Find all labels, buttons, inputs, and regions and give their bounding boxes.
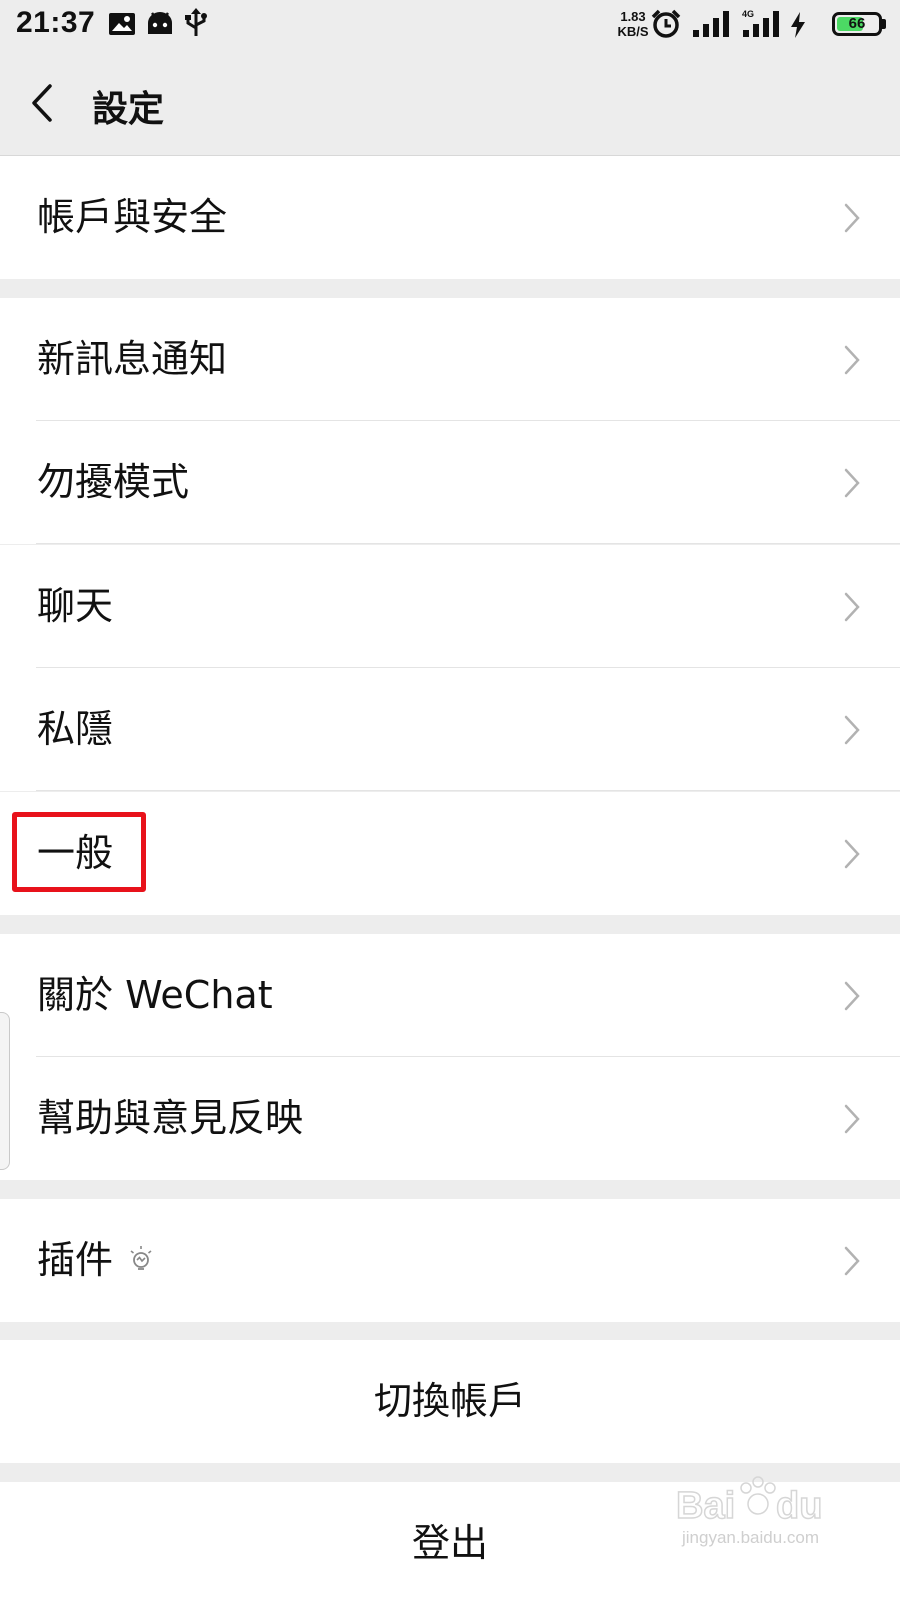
chevron-right-icon bbox=[844, 715, 860, 745]
switch-account-button[interactable]: 切換帳戶 bbox=[0, 1340, 900, 1463]
settings-item-label: 聊天 bbox=[37, 584, 114, 628]
chevron-right-icon bbox=[844, 345, 860, 375]
signal-4g-icon: 4G bbox=[742, 9, 779, 37]
network-speed-unit: KB/S bbox=[617, 24, 649, 39]
status-time: 21:37 bbox=[16, 6, 96, 39]
settings-item-new-message-notification[interactable]: 新訊息通知 bbox=[0, 298, 900, 421]
settings-item-account-security[interactable]: 帳戶與安全 bbox=[0, 156, 900, 279]
settings-item-chat[interactable]: 聊天 bbox=[0, 545, 900, 668]
status-bar: 21:37 1.83 KB/S 4G 66 bbox=[0, 0, 900, 50]
usb-icon bbox=[185, 8, 207, 36]
chevron-right-icon bbox=[844, 468, 860, 498]
settings-item-plugins[interactable]: 插件 bbox=[0, 1199, 900, 1322]
back-button[interactable] bbox=[24, 78, 64, 128]
chevron-right-icon bbox=[844, 839, 860, 869]
settings-item-general[interactable]: 一般 bbox=[0, 792, 900, 915]
charging-bolt-icon bbox=[791, 12, 805, 38]
settings-item-label: 插件 bbox=[37, 1238, 114, 1282]
network-speed-value: 1.83 bbox=[620, 9, 646, 24]
lightbulb-icon bbox=[130, 1246, 152, 1270]
svg-text:du: du bbox=[776, 1485, 822, 1527]
chevron-right-icon bbox=[844, 592, 860, 622]
settings-item-label: 帳戶與安全 bbox=[37, 195, 228, 239]
settings-item-privacy[interactable]: 私隱 bbox=[0, 668, 900, 791]
battery-level: 66 bbox=[848, 15, 866, 32]
network-speed: 1.83 KB/S bbox=[612, 9, 654, 39]
chevron-right-icon bbox=[844, 1104, 860, 1134]
battery-tip bbox=[882, 19, 886, 29]
battery-icon: 66 bbox=[832, 12, 882, 36]
watermark-url: jingyan.baidu.com bbox=[682, 1528, 820, 1547]
settings-item-about-wechat[interactable]: 關於 WeChat bbox=[0, 934, 900, 1057]
page-title: 設定 bbox=[92, 89, 165, 130]
android-icon bbox=[148, 12, 172, 34]
chevron-right-icon bbox=[844, 203, 860, 233]
divider bbox=[36, 790, 900, 791]
alarm-icon bbox=[651, 9, 681, 38]
image-notification-icon bbox=[109, 13, 135, 35]
switch-account-label: 切換帳戶 bbox=[373, 1379, 526, 1423]
settings-item-label: 私隱 bbox=[37, 707, 114, 751]
signal-icon bbox=[693, 11, 729, 37]
settings-item-label: 新訊息通知 bbox=[37, 337, 228, 381]
settings-item-label: 一般 bbox=[37, 831, 114, 875]
settings-item-help-feedback[interactable]: 幫助與意見反映 bbox=[0, 1057, 900, 1180]
settings-item-label: 關於 WeChat bbox=[37, 973, 273, 1017]
network-type-label: 4G bbox=[742, 9, 754, 19]
settings-item-label: 勿擾模式 bbox=[37, 460, 190, 504]
title-bar: 設定 bbox=[0, 50, 900, 156]
settings-item-do-not-disturb[interactable]: 勿擾模式 bbox=[0, 421, 900, 544]
chevron-right-icon bbox=[844, 981, 860, 1011]
svg-text:Bai: Bai bbox=[676, 1485, 735, 1527]
edge-swipe-handle[interactable] bbox=[0, 1012, 10, 1170]
settings-item-label: 幫助與意見反映 bbox=[37, 1096, 304, 1140]
chevron-right-icon bbox=[844, 1246, 860, 1276]
divider bbox=[36, 543, 900, 544]
